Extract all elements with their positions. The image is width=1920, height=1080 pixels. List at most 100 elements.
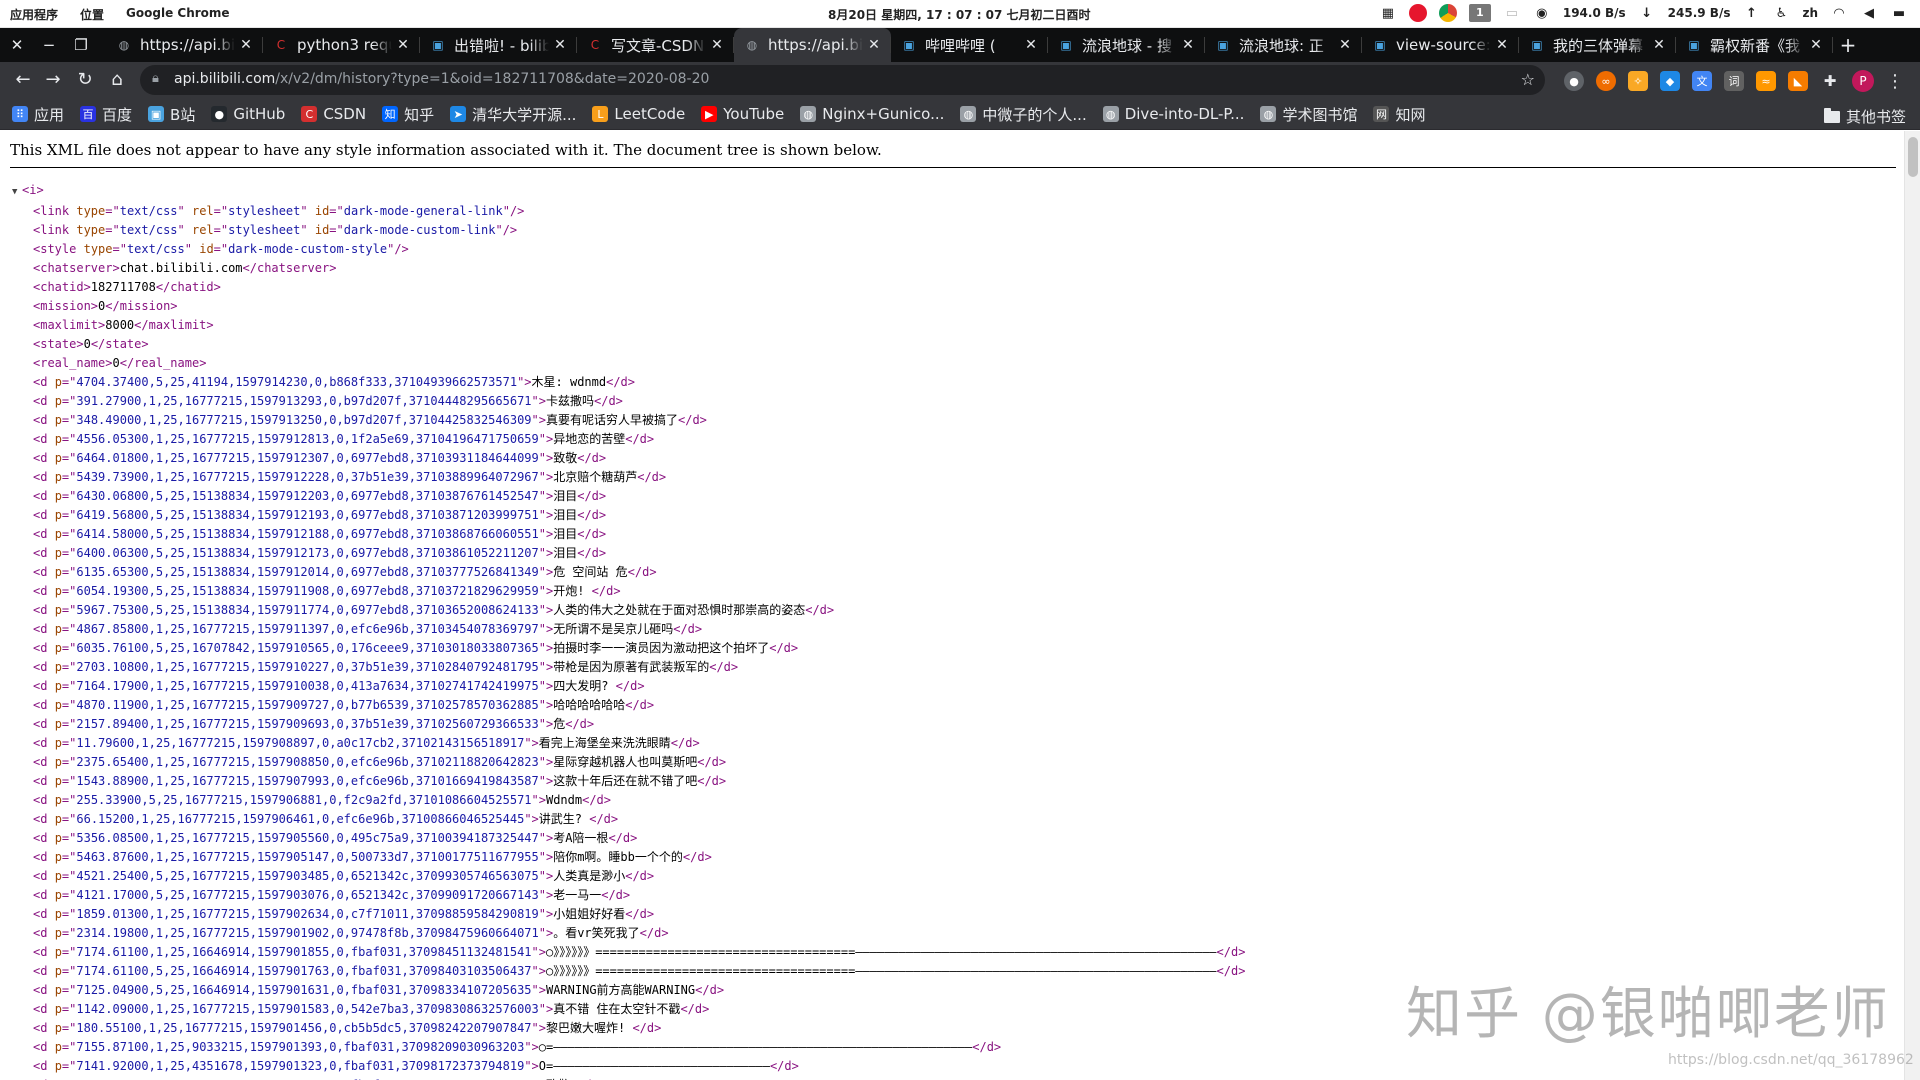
lock-icon[interactable]: 🔒︎ (152, 71, 159, 86)
xml-attr-name: p (54, 907, 62, 921)
xml-tag: "> (531, 394, 546, 408)
system-clock[interactable]: 8月20日 星期四, 17 : 07 : 07 七月初二日酉时 (828, 6, 1091, 23)
bookmark-4[interactable]: C CSDN (301, 103, 366, 125)
rss-extension-icon[interactable]: ≈ (1756, 71, 1776, 91)
tab-close-icon[interactable]: ✕ (1338, 37, 1352, 53)
tab-8[interactable]: ▣ view-source: ✕ (1362, 28, 1519, 62)
tab-close-icon[interactable]: ✕ (1652, 37, 1666, 53)
bulb-extension-icon[interactable]: ✧ (1628, 71, 1648, 91)
vertical-scrollbar[interactable] (1904, 131, 1920, 1080)
browser-toolbar: ← → ↻ ⌂ 🔒︎ api.bilibili.com/x/v2/dm/hist… (0, 62, 1920, 98)
bookmark-12[interactable]: ◍ 学术图书馆 (1260, 103, 1357, 125)
collapse-triangle-icon[interactable]: ▼ (12, 183, 22, 202)
screen-icon[interactable]: ▭ (1503, 4, 1521, 22)
tab-close-icon[interactable]: ✕ (1181, 37, 1195, 53)
zhihu-watermark: 知乎 @银啪唧老师 (1406, 982, 1890, 1047)
tab-4[interactable]: ◍ https://api.bi ✕ (734, 28, 891, 62)
tab-close-icon[interactable]: ✕ (1809, 37, 1823, 53)
eye-icon[interactable]: ◉ (1533, 4, 1551, 22)
bookmark-8[interactable]: ▶ YouTube (701, 103, 784, 125)
xml-attr-value: dark-mode-general-link (343, 204, 503, 218)
reload-icon[interactable]: ↻ (74, 69, 96, 91)
input-method-indicator[interactable]: zh (1802, 6, 1818, 20)
shield-extension-icon[interactable]: ◆ (1660, 71, 1680, 91)
dictionary-extension-icon[interactable]: 词 (1724, 71, 1744, 91)
danmaku-params: 255.33900,5,25,16777215,1597906881,0,f2c… (76, 793, 532, 807)
page-viewport: This XML file does not appear to have an… (0, 131, 1920, 1080)
xml-tag: </d> (625, 907, 655, 921)
tab-close-icon[interactable]: ✕ (1024, 37, 1038, 53)
window-close-icon[interactable]: ✕ (8, 36, 26, 54)
danmaku-params: 5356.08500,1,25,16777215,1597905560,0,49… (76, 831, 539, 845)
window-list-icon[interactable]: ▦ (1379, 4, 1397, 22)
applications-menu[interactable]: 应用程序 (10, 6, 58, 23)
tab-close-icon[interactable]: ✕ (1495, 37, 1509, 53)
battery-icon[interactable]: ▬ (1890, 4, 1908, 22)
tab-9[interactable]: ▣ 我的三体弹幕 ✕ (1519, 28, 1676, 62)
xml-tag: =" (105, 204, 120, 218)
xml-tag: </d> (577, 546, 607, 560)
forward-arrow-icon[interactable]: → (42, 69, 64, 91)
chrome-menu-icon[interactable]: ⋮ (1886, 71, 1904, 92)
tag-extension-icon[interactable]: ◣ (1788, 71, 1808, 91)
bilibili-tv-icon: ▣ (903, 38, 915, 52)
bookmark-list: ⠿ 应用百百度 ▣ B站 ● GitHub C CSDN 知知乎 ➤ 清华大学开源... L LeetC… (12, 103, 1425, 125)
xml-tag: "> (531, 945, 546, 959)
tab-close-icon[interactable]: ✕ (239, 37, 253, 53)
home-icon[interactable]: ⌂ (106, 69, 128, 91)
tab-0[interactable]: ◍ https://api.bi ✕ (106, 28, 263, 62)
danmaku-line: <d p="255.33900,5,25,16777215,1597906881… (33, 791, 1892, 810)
tab-2[interactable]: ▣ 出错啦! - bilib ✕ (420, 28, 577, 62)
puzzle-extensions-icon[interactable]: ✚ (1820, 71, 1840, 91)
bookmark-label: Dive-into-DL-P... (1124, 105, 1245, 123)
active-app-name[interactable]: Google Chrome (126, 6, 230, 23)
bookmark-9[interactable]: ◍ Nginx+Gunico... (800, 103, 944, 125)
bookmark-3[interactable]: ● GitHub (211, 103, 285, 125)
chrome-tray-icon[interactable] (1438, 4, 1457, 22)
bookmark-13[interactable]: 网知网 (1373, 103, 1425, 125)
tab-close-icon[interactable]: ✕ (396, 37, 410, 53)
bookmark-star-icon[interactable]: ☆ (1521, 70, 1535, 89)
bookmark-0[interactable]: ⠿ 应用 (12, 103, 64, 125)
translate-extension-icon[interactable]: 文 (1692, 71, 1712, 91)
tab-close-icon[interactable]: ✕ (867, 37, 881, 53)
scrollbar-thumb[interactable] (1908, 137, 1918, 177)
tab-close-icon[interactable]: ✕ (553, 37, 567, 53)
window-minimize-icon[interactable]: − (40, 36, 58, 54)
bookmark-10[interactable]: ◍ 中微子的个人... (960, 103, 1087, 125)
wifi-icon[interactable]: ◠ (1830, 4, 1848, 22)
tab-3[interactable]: C 写文章-CSDN ✕ (577, 28, 734, 62)
bookmark-2[interactable]: ▣ B站 (148, 103, 195, 125)
bookmark-11[interactable]: ◍ Dive-into-DL-P... (1102, 103, 1245, 125)
back-arrow-icon[interactable]: ← (12, 69, 34, 91)
tab-close-icon[interactable]: ✕ (710, 37, 724, 53)
volume-icon[interactable]: ◀ (1860, 4, 1878, 22)
tab-5[interactable]: ▣ 哔哩哔哩 (✕ (891, 28, 1048, 62)
address-bar[interactable]: 🔒︎ api.bilibili.com/x/v2/dm/history?type… (140, 65, 1545, 95)
danmaku-params: 6430.06800,5,25,15138834,1597912203,0,69… (76, 489, 539, 503)
accessibility-icon[interactable]: ♿ (1772, 4, 1790, 22)
xml-attr-name: p (54, 451, 62, 465)
tab-7[interactable]: ▣ 流浪地球: 正 ✕ (1205, 28, 1362, 62)
places-menu[interactable]: 位置 (80, 6, 104, 23)
record-extension-icon[interactable]: ● (1564, 71, 1584, 91)
xml-attr-name: p (54, 926, 62, 940)
xml-tag: <d (33, 565, 55, 579)
new-tab-plus-icon[interactable]: + (1833, 28, 1863, 62)
window-restore-icon[interactable]: ❐ (72, 36, 90, 54)
other-bookmarks-button[interactable]: 其他书签 (1823, 106, 1906, 127)
bookmark-6[interactable]: ➤ 清华大学开源... (450, 103, 576, 125)
tab-10[interactable]: ▣ 霸权新番《我 ✕ (1676, 28, 1833, 62)
bookmark-1[interactable]: 百百度 (80, 103, 132, 125)
profile-avatar[interactable]: P (1852, 70, 1874, 92)
tab-1[interactable]: Cpython3 requ ✕ (263, 28, 420, 62)
bookmark-5[interactable]: 知知乎 (382, 103, 434, 125)
danmaku-params: 5967.75300,5,25,15138834,1597911774,0,69… (76, 603, 539, 617)
bookmark-7[interactable]: L LeetCode (592, 103, 685, 125)
infinity-extension-icon[interactable]: ∞ (1596, 71, 1616, 91)
danmaku-text: O=—————————————————————————————— (538, 1059, 770, 1073)
address-url[interactable]: api.bilibili.com/x/v2/dm/history?type=1&… (174, 71, 709, 87)
weibo-tray-icon[interactable] (1408, 4, 1427, 22)
tab-6[interactable]: ▣ 流浪地球 - 搜 ✕ (1048, 28, 1205, 62)
workspace-indicator[interactable]: 1 (1468, 4, 1491, 22)
